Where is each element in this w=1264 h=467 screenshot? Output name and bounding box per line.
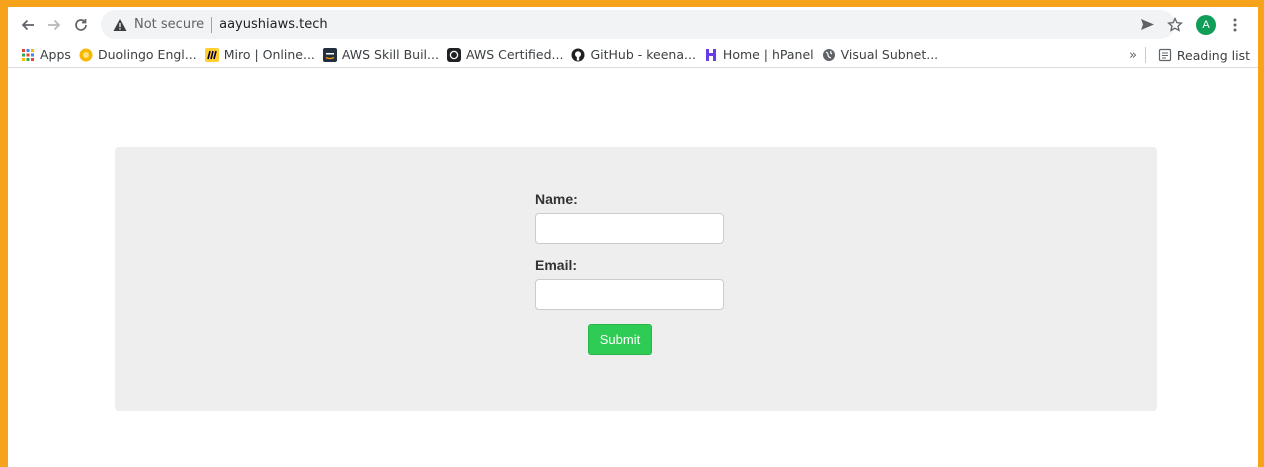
bookmark-apps[interactable]: Apps xyxy=(17,44,75,66)
reading-list-button[interactable]: Reading list xyxy=(1154,44,1254,66)
bookmarks-right: » Reading list xyxy=(1129,42,1254,68)
bookmark-label: Visual Subnet... xyxy=(840,47,939,62)
reading-list-icon xyxy=(1158,48,1172,62)
bookmark-label: Home | hPanel xyxy=(722,47,814,62)
form-panel: Name: Email: Submit xyxy=(115,147,1157,411)
bookmarks-divider xyxy=(1144,47,1146,63)
reload-icon[interactable] xyxy=(70,14,92,36)
bookmark-label: GitHub - keena... xyxy=(590,47,696,62)
bookmark-label: Miro | Online... xyxy=(223,47,315,62)
name-input[interactable] xyxy=(535,213,724,244)
browser-toolbar: Not secure aayushiaws.tech A xyxy=(8,7,1258,42)
menu-icon[interactable] xyxy=(1224,14,1246,36)
security-status[interactable]: Not secure xyxy=(134,17,204,32)
bookmark-visual-subnet[interactable]: Visual Subnet... xyxy=(818,44,943,66)
bookmark-aws-skill[interactable]: AWS Skill Buil... xyxy=(319,44,443,66)
email-label: Email: xyxy=(535,257,578,273)
warning-icon[interactable] xyxy=(113,18,127,32)
duolingo-icon xyxy=(79,48,93,62)
browser-window: Not secure aayushiaws.tech A Apps Duolin… xyxy=(8,7,1258,467)
bookmarks-bar: Apps Duolingo Engl... Miro | Online... A… xyxy=(8,42,1258,68)
aws-certified-icon xyxy=(446,47,461,62)
bookmark-miro[interactable]: Miro | Online... xyxy=(201,44,319,66)
bookmark-label: Apps xyxy=(40,47,71,62)
bookmarks-overflow-button[interactable]: » xyxy=(1129,48,1137,63)
submit-button[interactable]: Submit xyxy=(588,324,652,355)
back-arrow-icon[interactable] xyxy=(17,14,39,36)
bookmark-label: AWS Skill Buil... xyxy=(341,47,439,62)
hostinger-icon xyxy=(704,48,718,62)
bookmark-hpanel[interactable]: Home | hPanel xyxy=(700,44,818,66)
url-text[interactable]: aayushiaws.tech xyxy=(219,17,327,32)
contact-form: Name: Email: Submit xyxy=(535,191,735,355)
send-icon[interactable] xyxy=(1136,14,1158,36)
email-input[interactable] xyxy=(535,279,724,310)
aws-icon xyxy=(322,47,337,62)
reading-list-label: Reading list xyxy=(1176,47,1250,63)
bookmark-duolingo[interactable]: Duolingo Engl... xyxy=(75,44,201,66)
bookmark-label: AWS Certified... xyxy=(465,47,564,62)
bookmark-aws-certified[interactable]: AWS Certified... xyxy=(443,44,568,66)
star-icon[interactable] xyxy=(1164,14,1186,36)
page-content: Name: Email: Submit xyxy=(8,68,1258,466)
profile-avatar[interactable]: A xyxy=(1196,14,1216,35)
address-bar[interactable]: Not secure aayushiaws.tech xyxy=(101,10,1175,39)
bookmark-github[interactable]: GitHub - keena... xyxy=(567,44,699,66)
apps-grid-icon xyxy=(21,48,35,62)
toolbar-actions: A xyxy=(1130,7,1258,42)
github-icon xyxy=(571,48,585,62)
name-label: Name: xyxy=(535,191,578,207)
forward-arrow-icon[interactable] xyxy=(43,14,65,36)
address-divider xyxy=(211,16,213,33)
globe-icon xyxy=(822,48,836,62)
miro-icon xyxy=(204,47,219,62)
bookmark-label: Duolingo Engl... xyxy=(97,47,197,62)
